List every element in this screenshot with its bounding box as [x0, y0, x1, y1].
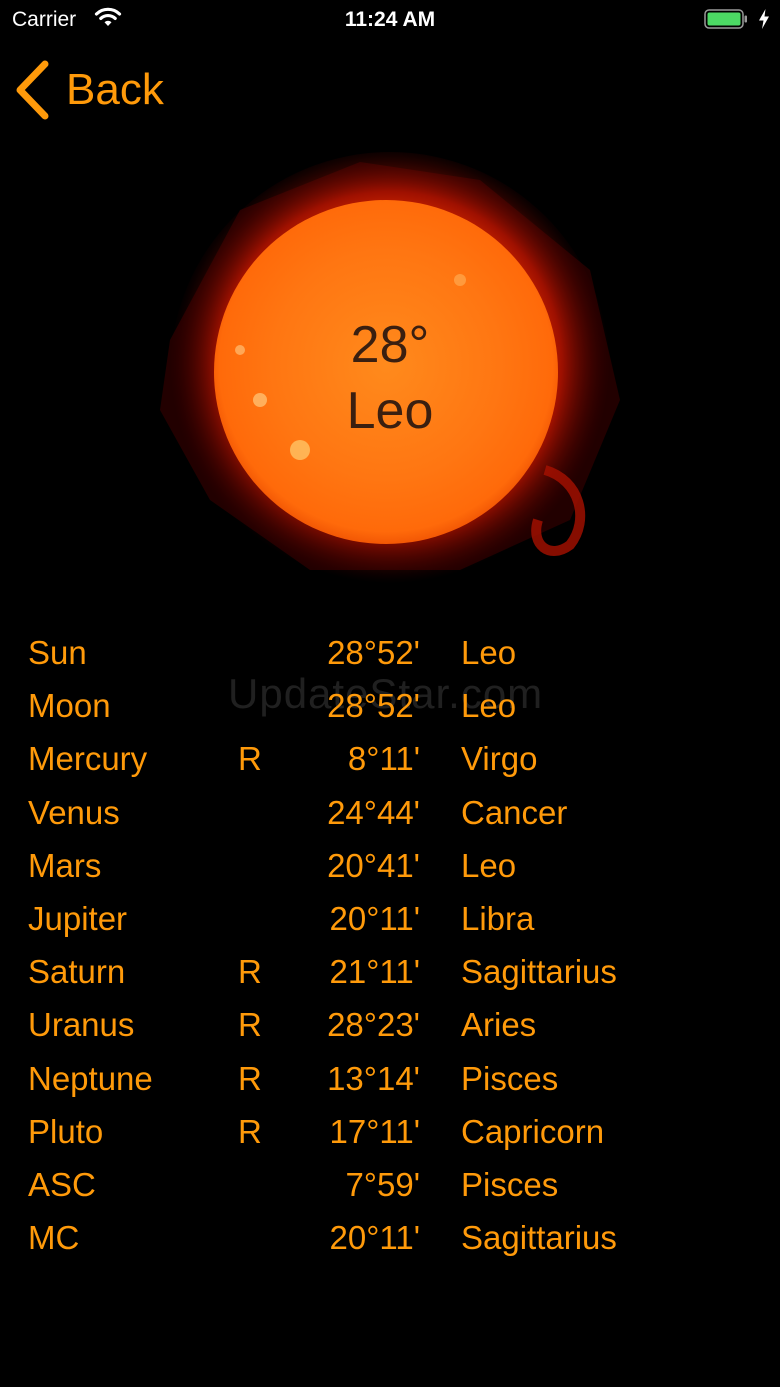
retrograde-flag: R	[238, 740, 262, 778]
planet-degree: 20°11'	[329, 1219, 420, 1257]
planet-degree: 28°52'	[327, 634, 420, 671]
status-time: 11:24 AM	[344, 8, 436, 31]
status-bar: Carrier 11:24 AM	[0, 0, 780, 40]
planet-name: Neptune	[28, 1059, 153, 1097]
planet-degree: 8°11'	[347, 740, 420, 778]
planet-degree: 13°14'	[327, 1059, 420, 1097]
planet-name: Mars	[28, 846, 102, 884]
table-row: Mars 20°41' Leo	[0, 839, 780, 892]
back-button[interactable]: Back	[12, 58, 164, 122]
planet-sign: Pisces	[461, 1059, 559, 1097]
sun-image: 28° Leo	[150, 150, 630, 590]
planet-sign: Libra	[461, 899, 535, 937]
table-row: Jupiter 20°11' Libra	[0, 892, 780, 945]
table-row: MC 20°11' Sagittarius	[0, 1211, 780, 1264]
planet-name: Moon	[28, 687, 111, 725]
planet-sign: Leo	[461, 846, 517, 884]
sun-degree-label: 28°	[350, 316, 430, 374]
planet-name: Sun	[28, 634, 87, 671]
planet-sign: Aries	[461, 1006, 537, 1044]
table-row: Moon 28°52' Leo	[0, 679, 780, 732]
retrograde-flag: R	[238, 1006, 262, 1044]
charging-bolt-icon	[759, 9, 769, 29]
planet-name: Jupiter	[28, 899, 128, 937]
planet-degree: 20°41'	[327, 846, 420, 884]
table-row: Saturn R 21°11' Sagittarius	[0, 945, 780, 998]
planet-name: Venus	[28, 793, 120, 831]
planet-name: MC	[28, 1219, 80, 1257]
planet-name: Mercury	[28, 740, 148, 778]
table-row: Neptune R 13°14' Pisces	[0, 1052, 780, 1105]
retrograde-flag: R	[238, 953, 262, 991]
chevron-left-icon	[16, 60, 49, 120]
planet-degree: 28°52'	[327, 687, 420, 725]
retrograde-flag: R	[238, 1112, 262, 1150]
planet-name: Pluto	[28, 1112, 104, 1150]
battery-icon	[704, 9, 747, 29]
planet-sign: Leo	[461, 634, 517, 671]
planet-sign: Pisces	[461, 1165, 559, 1203]
table-row: Pluto R 17°11' Capricorn	[0, 1105, 780, 1158]
planet-sign: Leo	[461, 687, 517, 725]
table-row: Mercury R 8°11' Virgo	[0, 732, 780, 785]
planet-degree: 20°11'	[329, 899, 420, 937]
planet-degree: 17°11'	[329, 1112, 420, 1150]
table-row: Venus 24°44' Cancer	[0, 786, 780, 839]
retrograde-flag: R	[238, 1059, 262, 1097]
planet-degree: 28°23'	[327, 1006, 420, 1044]
table-row: Sun 28°52' Leo	[0, 626, 780, 679]
planet-degree: 21°11'	[329, 953, 420, 991]
planet-name: Uranus	[28, 1006, 135, 1044]
planet-sign: Sagittarius	[461, 1219, 617, 1257]
planet-name: ASC	[28, 1165, 96, 1203]
planet-sign: Sagittarius	[461, 953, 617, 991]
sun-sign-label: Leo	[346, 382, 434, 440]
planet-sign: Cancer	[461, 793, 568, 831]
planet-sign: Virgo	[461, 740, 538, 778]
planet-table: Sun 28°52' Leo Moon 28°52' Leo Mercury R 8°11' Vi…	[0, 626, 780, 1264]
back-label: Back	[66, 65, 164, 114]
table-row: ASC 7°59' Pisces	[0, 1158, 780, 1211]
planet-degree: 24°44'	[327, 793, 420, 831]
planet-name: Saturn	[28, 953, 126, 991]
planet-sign: Capricorn	[461, 1112, 605, 1150]
planet-degree: 7°59'	[345, 1165, 420, 1203]
table-row: Uranus R 28°23' Aries	[0, 998, 780, 1051]
